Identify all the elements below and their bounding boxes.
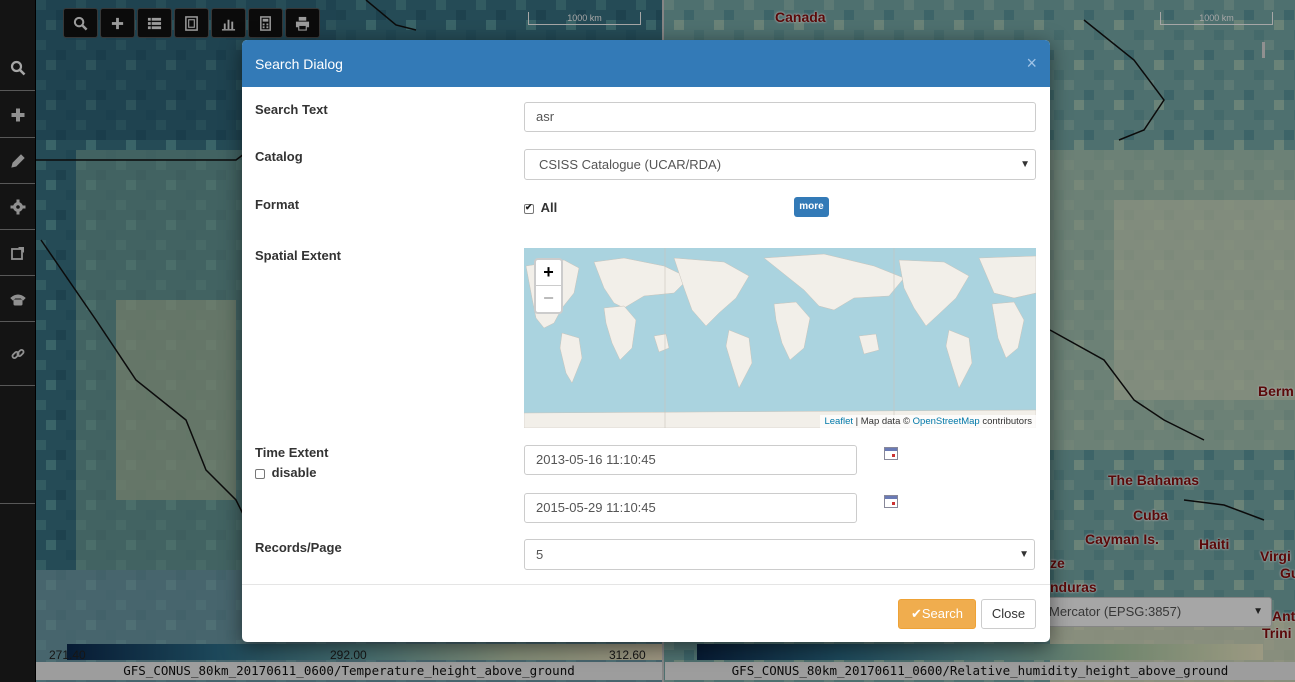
search-text-label: Search Text: [255, 102, 328, 117]
zoom-out-button[interactable]: −: [536, 286, 561, 312]
time-extent-label: Time Extent: [255, 445, 329, 460]
dialog-title: Search Dialog: [255, 55, 343, 72]
time-disable-checkbox[interactable]: [255, 468, 265, 479]
time-end-input[interactable]: 2015-05-29 11:10:45: [524, 493, 857, 523]
format-label: Format: [255, 197, 300, 212]
world-map: [524, 248, 1036, 428]
dialog-header: Search Dialog ×: [242, 40, 1050, 87]
search-button-label: Search: [921, 606, 964, 621]
chevron-down-icon: ▼: [1020, 159, 1030, 170]
more-formats-button[interactable]: more: [794, 197, 829, 217]
catalog-value: CSISS Catalogue (UCAR/RDA): [539, 157, 722, 172]
spatial-extent-label: Spatial Extent: [255, 248, 341, 263]
close-icon[interactable]: ×: [1026, 53, 1037, 74]
calendar-icon[interactable]: [884, 495, 898, 508]
close-button[interactable]: Close: [981, 599, 1036, 629]
format-all-checkbox[interactable]: [524, 202, 534, 214]
format-all-option[interactable]: All: [524, 200, 557, 215]
zoom-in-button[interactable]: +: [536, 260, 561, 286]
map-zoom-control: + −: [534, 258, 563, 314]
search-dialog: Search Dialog × Search Text asr Catalog …: [242, 40, 1050, 642]
dialog-footer: ✔Search Close: [242, 584, 1050, 642]
records-per-page-select[interactable]: 5 ▼: [524, 539, 1035, 570]
leaflet-link[interactable]: Leaflet: [824, 416, 853, 427]
search-button[interactable]: ✔Search: [898, 599, 976, 629]
records-per-page-value: 5: [536, 547, 544, 562]
catalog-label: Catalog: [255, 149, 303, 164]
attribution-end: contributors: [979, 416, 1032, 427]
time-start-input[interactable]: 2013-05-16 11:10:45: [524, 445, 857, 475]
check-icon: ✔: [910, 606, 922, 621]
search-text-input[interactable]: asr: [524, 102, 1036, 132]
calendar-icon[interactable]: [884, 447, 898, 460]
catalog-select[interactable]: CSISS Catalogue (UCAR/RDA) ▼: [524, 149, 1036, 180]
osm-link[interactable]: OpenStreetMap: [913, 416, 980, 427]
chevron-down-icon: ▼: [1019, 549, 1029, 560]
attribution-mid: | Map data ©: [853, 416, 913, 427]
spatial-extent-map[interactable]: + − Leaflet | Map data © OpenStreetMap c…: [524, 248, 1036, 428]
time-disable-label: disable: [271, 465, 317, 480]
time-disable-option[interactable]: disable: [255, 465, 316, 480]
records-per-page-label: Records/Page: [255, 540, 342, 555]
map-attribution: Leaflet | Map data © OpenStreetMap contr…: [820, 415, 1036, 428]
format-all-label: All: [540, 200, 558, 215]
